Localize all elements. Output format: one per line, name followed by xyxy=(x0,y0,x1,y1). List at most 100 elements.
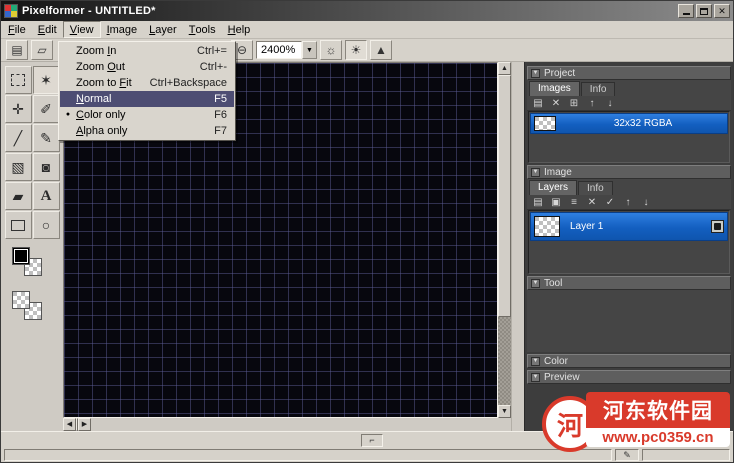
layer-blend-indicator[interactable] xyxy=(711,220,724,233)
fill-tool[interactable]: ◙ xyxy=(33,153,60,181)
move-image-up-button[interactable]: ↑ xyxy=(586,98,598,109)
pencil-icon: ✎ xyxy=(40,130,52,147)
magic-wand-tool[interactable]: ✶ xyxy=(33,66,60,94)
menu-edit[interactable]: Edit xyxy=(32,21,63,38)
move-layer-up-button[interactable]: ↑ xyxy=(622,197,634,208)
gradient-tool[interactable]: ▧ xyxy=(5,153,32,181)
menu-layer[interactable]: Layer xyxy=(143,21,183,38)
new-document-icon: ▤ xyxy=(11,43,22,57)
menu-help[interactable]: Help xyxy=(222,21,257,38)
watermark-url: www.pc0359.cn xyxy=(586,428,730,447)
horizontal-scrollbar[interactable]: ◀ ▶ xyxy=(63,418,91,431)
delete-image-button[interactable]: ✕ xyxy=(550,98,562,109)
zoom-dropdown-button[interactable]: ▼ xyxy=(302,41,317,59)
eraser-icon: ▰ xyxy=(13,188,24,205)
dock-splitter[interactable] xyxy=(511,62,524,431)
alpha-view-button[interactable]: ☼ xyxy=(320,40,342,60)
layer-visibility-button[interactable]: ✓ xyxy=(604,197,616,208)
menu-item-zoom-out[interactable]: Zoom Out Ctrl+- xyxy=(60,59,234,75)
tool-panel-header[interactable]: ▼ Tool xyxy=(527,276,731,290)
background-pattern-button[interactable]: ▲ xyxy=(370,40,392,60)
image-thumbnail xyxy=(534,116,556,131)
delete-layer-button[interactable]: ✕ xyxy=(586,197,598,208)
eraser-tool[interactable]: ▰ xyxy=(5,182,32,210)
collapse-color-icon[interactable]: ▼ xyxy=(531,357,540,366)
ellipse-tool[interactable]: ○ xyxy=(33,211,60,239)
menu-bar: File Edit View Image Layer Tools Help xyxy=(1,21,733,39)
tool-palette: ✶ ✛ ✐ ╱ ✎ ▧ ◙ ▰ A ○ xyxy=(1,62,63,431)
pencil-tool[interactable]: ✎ xyxy=(33,124,60,152)
maximize-button[interactable] xyxy=(696,4,712,18)
collapse-preview-icon[interactable]: ▼ xyxy=(531,373,540,382)
resize-image-button[interactable]: ⊞ xyxy=(568,98,580,109)
project-panel-header[interactable]: ▼ Project xyxy=(527,66,731,80)
move-tool[interactable]: ✛ xyxy=(5,95,32,123)
right-dock: ▼ Project Images Info ▤ ✕ ⊞ ↑ ↓ 32x32 RG… xyxy=(524,62,733,431)
menu-item-zoom-in[interactable]: Zoom In Ctrl+= xyxy=(60,43,234,59)
tab-layers[interactable]: Layers xyxy=(529,180,577,195)
arrow-left-icon: ◀ xyxy=(67,421,72,428)
text-tool[interactable]: A xyxy=(33,182,60,210)
bright-sun-icon: ☀ xyxy=(351,43,362,57)
tab-project-info[interactable]: Info xyxy=(581,82,616,96)
menu-tools[interactable]: Tools xyxy=(183,21,222,38)
scroll-left-button[interactable]: ◀ xyxy=(63,418,76,431)
new-document-button[interactable]: ▤ xyxy=(6,40,28,60)
zoom-level-value[interactable]: 2400% xyxy=(256,41,302,59)
minimize-button[interactable] xyxy=(678,4,694,18)
scroll-down-button[interactable]: ▼ xyxy=(498,405,511,418)
menu-view[interactable]: View xyxy=(63,21,101,38)
vertical-scroll-track[interactable] xyxy=(498,317,511,405)
chevron-down-icon: ▼ xyxy=(306,47,313,54)
preview-panel-header[interactable]: ▼ Preview xyxy=(527,370,731,384)
duplicate-layer-button[interactable]: ▣ xyxy=(550,197,562,208)
tab-image-info[interactable]: Info xyxy=(578,181,613,195)
scroll-up-button[interactable]: ▲ xyxy=(498,62,511,75)
image-list-item[interactable]: 32x32 RGBA xyxy=(530,113,728,134)
menu-item-normal[interactable]: Normal F5 xyxy=(60,91,234,107)
open-document-button[interactable]: ▱ xyxy=(31,40,53,60)
collapse-image-icon[interactable]: ▼ xyxy=(531,168,540,177)
image-panel-title: Image xyxy=(544,167,572,178)
layer-thumbnail xyxy=(534,216,560,237)
tab-images[interactable]: Images xyxy=(529,81,580,96)
vertical-scrollbar[interactable]: ▲ ▼ xyxy=(498,62,511,418)
close-button[interactable]: ✕ xyxy=(714,4,730,18)
menu-image[interactable]: Image xyxy=(101,21,144,38)
image-item-label: 32x32 RGBA xyxy=(562,118,724,129)
transparent-swatch-front[interactable] xyxy=(12,291,30,309)
image-tabs: Layers Info xyxy=(527,179,731,195)
menu-item-color-only[interactable]: ● Color only F6 xyxy=(60,107,234,123)
move-layer-down-button[interactable]: ↓ xyxy=(640,197,652,208)
image-panel-header[interactable]: ▼ Image xyxy=(527,165,731,179)
collapse-tool-icon[interactable]: ▼ xyxy=(531,279,540,288)
eyedropper-tool[interactable]: ✐ xyxy=(33,95,60,123)
layer-list-item[interactable]: Layer 1 xyxy=(530,212,728,241)
watermark: 河 河东软件园 www.pc0359.cn xyxy=(542,392,730,456)
blend-dot-icon xyxy=(714,223,721,230)
vertical-scroll-thumb[interactable] xyxy=(498,75,511,317)
rectangle-tool[interactable] xyxy=(5,211,32,239)
color-swatches xyxy=(6,247,58,343)
merge-layer-button[interactable]: ≡ xyxy=(568,197,580,208)
collapse-project-icon[interactable]: ▼ xyxy=(531,69,540,78)
new-layer-button[interactable]: ▤ xyxy=(532,197,544,208)
window-title: Pixelformer - UNTITLED* xyxy=(22,5,674,17)
new-image-button[interactable]: ▤ xyxy=(532,98,544,109)
project-panel-title: Project xyxy=(544,68,575,79)
zoom-level-combobox[interactable]: 2400% ▼ xyxy=(256,41,317,59)
foreground-color-swatch[interactable] xyxy=(12,247,30,265)
menu-item-zoom-to-fit[interactable]: Zoom to Fit Ctrl+Backspace xyxy=(60,75,234,91)
move-image-down-button[interactable]: ↓ xyxy=(604,98,616,109)
close-icon: ✕ xyxy=(718,7,726,16)
menu-item-alpha-only[interactable]: Alpha only F7 xyxy=(60,123,234,139)
menu-file[interactable]: File xyxy=(2,21,32,38)
preview-panel-title: Preview xyxy=(544,372,580,383)
line-tool[interactable]: ╱ xyxy=(5,124,32,152)
selection-indicator: ⌐ xyxy=(361,434,383,447)
rectangle-icon xyxy=(11,220,25,231)
color-view-button[interactable]: ☀ xyxy=(345,40,367,60)
scroll-right-button[interactable]: ▶ xyxy=(78,418,91,431)
color-panel-header[interactable]: ▼ Color xyxy=(527,354,731,368)
rect-select-tool[interactable] xyxy=(5,66,32,94)
